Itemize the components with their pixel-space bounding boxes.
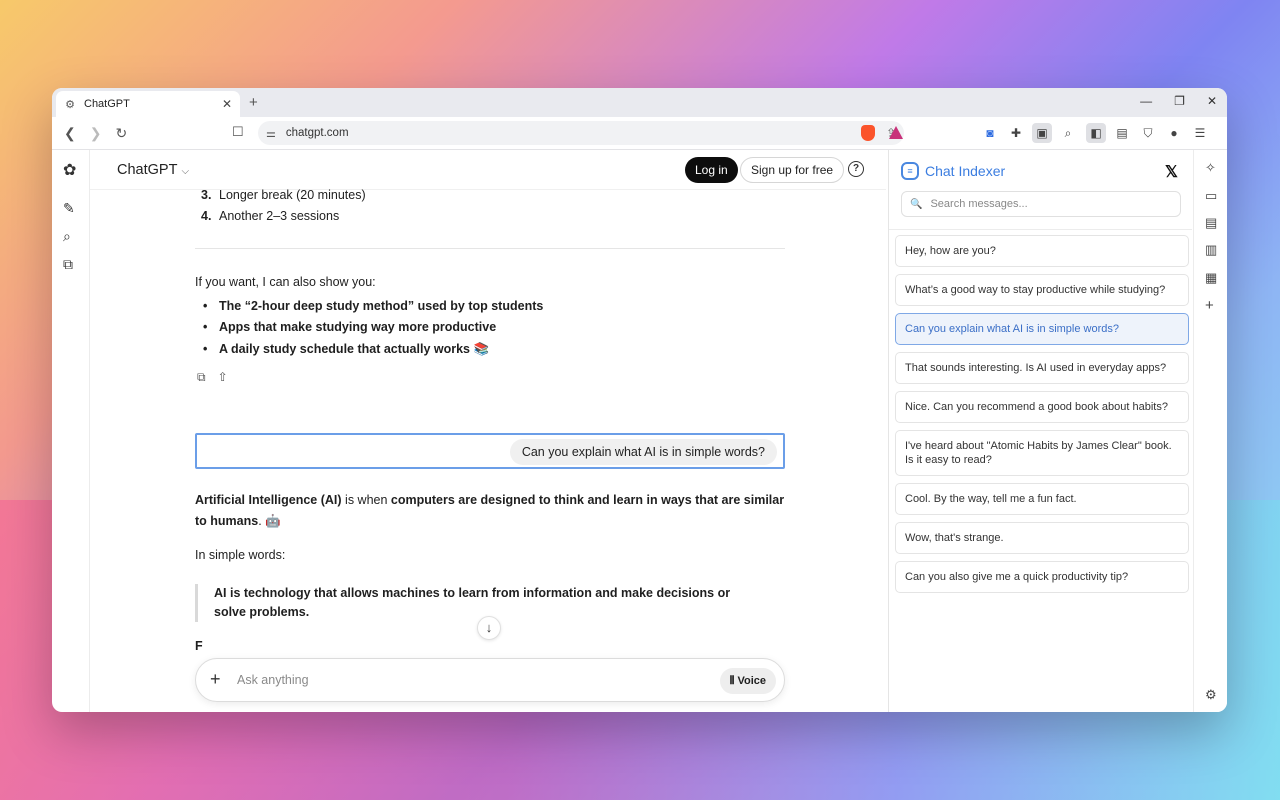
chatgpt-left-rail: ✿ ✎ ⌕ ⧉	[52, 150, 90, 712]
chatgpt-favicon-icon: ⚙	[65, 98, 75, 111]
minimize-button[interactable]: —	[1140, 94, 1152, 108]
signup-button[interactable]: Sign up for free	[740, 157, 845, 183]
profile-icon[interactable]: ●	[1164, 123, 1184, 143]
browser-sidebar-rail: ✧ ▭ ▤ ▥ ▦ + ⚙	[1193, 150, 1227, 712]
user-message-bubble: Can you explain what AI is in simple wor…	[509, 439, 777, 465]
address-bar[interactable]: ⚌ chatgpt.com ⇪	[258, 121, 904, 145]
message-actions: ⧉ ⇧	[197, 370, 228, 385]
restore-button[interactable]: ❐	[1174, 94, 1185, 108]
settings-gear-icon[interactable]: ⚙	[1205, 687, 1217, 703]
answer-paragraph: Artificial Intelligence (AI) is when com…	[195, 493, 785, 528]
new-tab-button[interactable]: +	[249, 94, 258, 111]
back-icon[interactable]: ❮	[64, 125, 76, 142]
indexed-message-item[interactable]: I've heard about "Atomic Habits by James…	[895, 430, 1189, 476]
url-text: chatgpt.com	[285, 127, 349, 139]
screenshot-icon[interactable]: ⌕	[1058, 123, 1078, 143]
wallet-icon[interactable]: ▤	[1112, 123, 1132, 143]
model-selector[interactable]: ChatGPT ⌵	[117, 162, 189, 178]
sidebar-toggle-icon[interactable]: ◧	[1086, 123, 1106, 143]
share-icon[interactable]: ⇧	[218, 370, 228, 385]
attach-plus-icon[interactable]: +	[210, 669, 221, 690]
nav-buttons: ❮ ❯ ↻	[64, 125, 127, 142]
indexed-message-item[interactable]: What’s a good way to stay productive whi…	[895, 274, 1189, 306]
scroll-down-button[interactable]: ↓	[477, 616, 501, 640]
page-content: ✿ ✎ ⌕ ⧉ ChatGPT ⌵ Log in Sign up for free…	[52, 150, 1227, 712]
blockquote: AI is technology that allows machines to…	[195, 584, 755, 622]
forward-icon[interactable]: ❯	[90, 125, 102, 142]
menu-icon[interactable]: ☰	[1190, 123, 1210, 143]
tab-strip: ⚙ ChatGPT ✕ + — ❐ ✕	[52, 88, 1227, 117]
brave-rewards-icon[interactable]	[889, 126, 903, 139]
tab-title: ChatGPT	[84, 98, 130, 110]
copy-icon[interactable]: ⧉	[197, 370, 206, 385]
close-window-button[interactable]: ✕	[1207, 94, 1217, 108]
add-panel-icon[interactable]: +	[1205, 297, 1214, 314]
login-button[interactable]: Log in	[685, 157, 738, 183]
indexed-message-item[interactable]: Cool. By the way, tell me a fun fact.	[895, 483, 1189, 515]
bookmarks-icon[interactable]: ▥	[1205, 242, 1217, 258]
reload-icon[interactable]: ↻	[115, 125, 127, 142]
panel-title: Chat Indexer	[925, 163, 1006, 179]
extensions-puzzle-icon[interactable]: ✚	[1006, 123, 1026, 143]
extensions-bar: ◙ ✚ ▣ ⌕	[980, 123, 1078, 143]
tab-close-icon[interactable]: ✕	[222, 97, 232, 111]
indexed-message-item[interactable]: That sounds interesting. Is AI used in e…	[895, 352, 1189, 384]
chevron-down-icon: ⌵	[181, 166, 190, 177]
list-item: 3. Longer break (20 minutes)	[201, 188, 366, 202]
message-composer[interactable]: + Ask anything ⦀ Voice	[195, 658, 785, 702]
indexed-message-item[interactable]: Wow, that's strange.	[895, 522, 1189, 554]
site-settings-icon[interactable]: ⚌	[266, 127, 276, 140]
voice-button[interactable]: ⦀ Voice	[719, 668, 776, 694]
panel-header: ≡ Chat Indexer	[901, 162, 1005, 180]
indexed-message-item[interactable]: Hey, how are you?	[895, 235, 1189, 267]
offer-intro: If you want, I can also show you:	[195, 275, 376, 289]
book-icon[interactable]: ▦	[1205, 270, 1217, 286]
chat-indexer-panel: ≡ Chat Indexer 𝕏 🔍 Search messages... He…	[888, 150, 1192, 712]
vpn-shield-icon[interactable]: ⛉	[1138, 123, 1158, 143]
brand-label: ChatGPT	[117, 162, 178, 178]
window-controls: — ❐ ✕	[1140, 94, 1217, 108]
search-icon: 🔍	[910, 198, 923, 210]
openai-logo-icon[interactable]: ✿	[63, 160, 76, 180]
chat-indexer-logo-icon: ≡	[901, 162, 919, 180]
highlighted-user-message: Can you explain what AI is in simple wor…	[195, 433, 785, 469]
list-item: 4. Another 2–3 sessions	[201, 209, 340, 223]
browser-toolbar: ❮ ❯ ↻ ☐ ⚌ chatgpt.com ⇪ ◙ ✚ ▣ ⌕ ◧ ▤ ⛉ ● …	[52, 117, 1227, 150]
extension-chat-indexer-icon[interactable]: ◙	[980, 123, 1000, 143]
help-icon[interactable]: ?	[848, 161, 864, 177]
chat-main: ChatGPT ⌵ Log in Sign up for free ? 3. Lon…	[90, 150, 923, 712]
library-icon[interactable]: ⧉	[63, 256, 73, 273]
indexed-message-item[interactable]: Can you explain what AI is in simple wor…	[895, 313, 1189, 345]
message-index-list: Hey, how are you? What’s a good way to st…	[895, 235, 1189, 600]
offer-item: The “2-hour deep study method” used by t…	[203, 299, 543, 313]
x-logo-icon[interactable]: 𝕏	[1165, 162, 1178, 182]
browser-actions: ◧ ▤ ⛉ ● ☰	[1086, 123, 1210, 143]
divider	[195, 248, 785, 249]
bookmark-icon[interactable]: ☐	[232, 124, 244, 140]
sidebar-extension-icon[interactable]: ▣	[1032, 123, 1052, 143]
simple-words-label: In simple words:	[195, 548, 286, 562]
brave-shields-icon[interactable]	[861, 125, 875, 141]
offer-item: Apps that make studying way more product…	[203, 320, 496, 334]
composer-input[interactable]: Ask anything	[237, 673, 309, 687]
leo-ai-icon[interactable]: ✧	[1205, 160, 1216, 176]
offer-item: A daily study schedule that actually wor…	[203, 342, 489, 357]
reading-list-icon[interactable]: ▭	[1205, 188, 1217, 204]
tab-chatgpt[interactable]: ⚙ ChatGPT ✕	[56, 91, 240, 117]
indexed-message-item[interactable]: Nice. Can you recommend a good book abou…	[895, 391, 1189, 423]
browser-window: ⚙ ChatGPT ✕ + — ❐ ✕ ❮ ❯ ↻ ☐ ⚌ chatgpt.co…	[52, 88, 1227, 712]
search-icon[interactable]: ⌕	[63, 228, 71, 245]
indexed-message-item[interactable]: Can you also give me a quick productivit…	[895, 561, 1189, 593]
new-chat-icon[interactable]: ✎	[63, 200, 75, 217]
wallet-icon[interactable]: ▤	[1205, 215, 1217, 231]
search-messages-input[interactable]: 🔍 Search messages...	[901, 191, 1181, 217]
panel-divider	[889, 229, 1192, 230]
